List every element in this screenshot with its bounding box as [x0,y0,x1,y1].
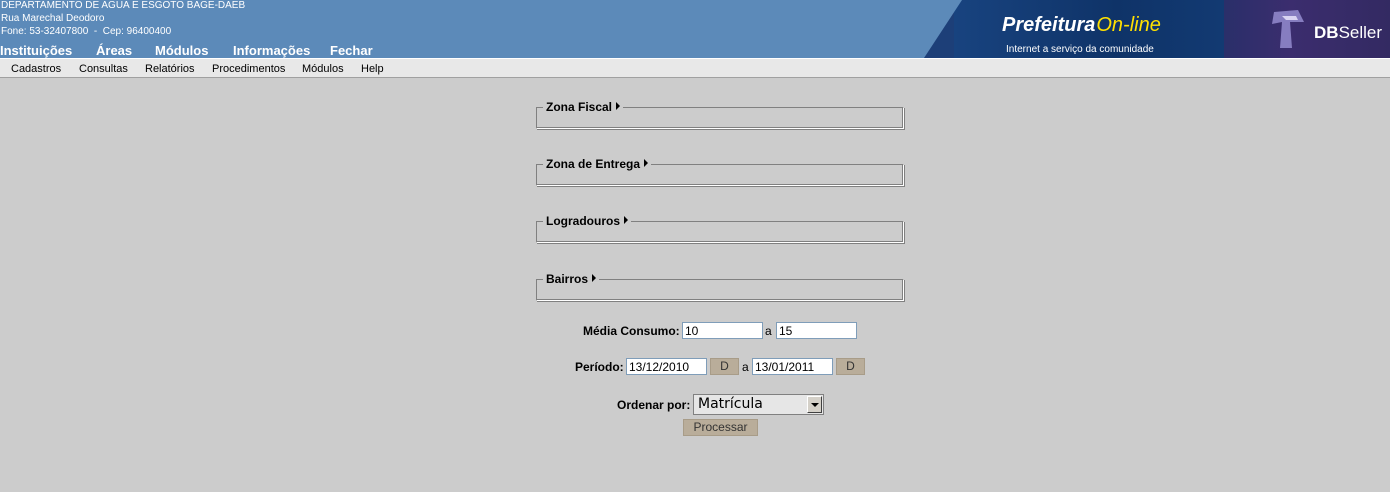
nav-areas[interactable]: Áreas [96,43,132,58]
prefeitura-online-logo: PrefeituraOn-line [1002,14,1161,36]
expand-arrow-icon [644,159,649,167]
periodo-from-date-button[interactable]: D [710,358,739,375]
periodo-separator: a [742,360,749,374]
nav-informacoes[interactable]: Informações [233,43,310,58]
media-consumo-separator: a [765,324,772,338]
org-address: Rua Marechal Deodoro [1,13,105,24]
nav-fechar[interactable]: Fechar [330,43,373,58]
org-name: DEPARTAMENTO DE AGUA E ESGOTO BAGE-DAEB [1,0,246,11]
expand-arrow-icon [592,274,597,282]
dbseller-logo-text: DBSeller [1314,23,1383,42]
toggle-logradouros[interactable]: Logradouros [543,214,631,228]
banner-tagline: Internet a serviço da comunidade [1006,44,1154,55]
menu-cadastros[interactable]: Cadastros [11,63,61,75]
menu-modulos[interactable]: Módulos [302,63,344,75]
toggle-bairros[interactable]: Bairros [543,272,600,286]
nav-instituicoes[interactable]: Instituições [0,43,72,58]
media-consumo-from-input[interactable] [682,322,763,339]
toggle-zona-entrega[interactable]: Zona de Entrega [543,157,652,171]
media-consumo-to-input[interactable] [776,322,857,339]
chevron-down-icon[interactable] [807,396,822,413]
periodo-to-date-button[interactable]: D [836,358,865,375]
menu-help[interactable]: Help [361,63,384,75]
processar-button[interactable]: Processar [683,419,758,436]
org-contact: Fone: 53-32407800 - Cep: 96400400 [1,26,172,37]
menu-procedimentos[interactable]: Procedimentos [212,63,285,75]
ordenar-label: Ordenar por: [617,398,691,412]
periodo-from-input[interactable] [626,358,707,375]
media-consumo-label: Média Consumo: [583,324,680,338]
toggle-zona-fiscal[interactable]: Zona Fiscal [543,100,624,114]
dbseller-logo-icon [1272,10,1304,48]
menu-relatorios[interactable]: Relatórios [145,63,195,75]
periodo-to-input[interactable] [752,358,833,375]
expand-arrow-icon [616,102,621,110]
periodo-label: Período: [575,360,624,374]
menu-consultas[interactable]: Consultas [79,63,128,75]
expand-arrow-icon [624,216,628,224]
org-info: DEPARTAMENTO DE AGUA E ESGOTO BAGE-DAEB … [1,0,245,38]
menu-bar: Cadastros Consultas Relatórios Procedime… [0,58,1390,78]
ordenar-selected-value: Matrícula [698,396,763,412]
ordenar-select[interactable]: Matrícula [693,394,824,415]
nav-modulos[interactable]: Módulos [155,43,208,58]
